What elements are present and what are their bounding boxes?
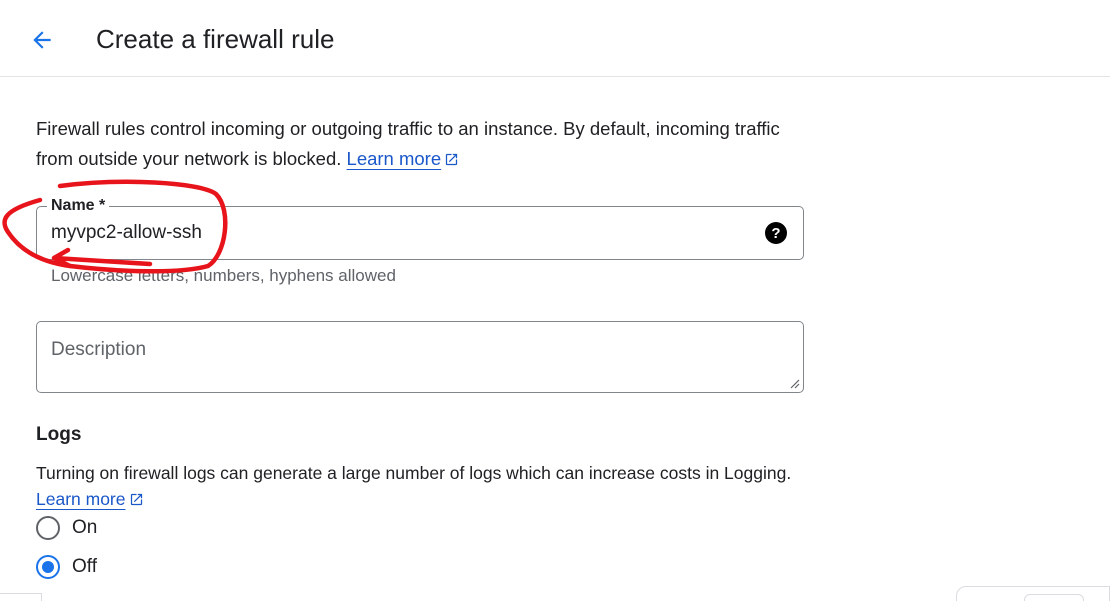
logs-heading: Logs bbox=[36, 424, 82, 445]
logs-description: Turning on firewall logs can generate a … bbox=[36, 460, 796, 512]
logs-learn-more-link[interactable]: Learn more bbox=[36, 489, 144, 509]
name-input[interactable] bbox=[51, 221, 731, 245]
external-link-icon bbox=[446, 153, 458, 166]
logs-description-text: Turning on firewall logs can generate a … bbox=[36, 463, 792, 483]
radio-checked-icon[interactable] bbox=[36, 555, 60, 579]
radio-unchecked-icon[interactable] bbox=[36, 516, 60, 540]
bottom-left-panel-edge bbox=[0, 593, 42, 601]
name-field-label: Name * bbox=[47, 196, 110, 216]
external-link-icon bbox=[130, 493, 142, 506]
name-field[interactable]: Name * ? bbox=[36, 196, 804, 260]
arrow-left-icon bbox=[33, 31, 51, 49]
description-placeholder: Description bbox=[51, 339, 147, 360]
bottom-right-button-edge bbox=[1024, 594, 1084, 601]
help-icon[interactable]: ? bbox=[765, 222, 787, 244]
resize-grip-icon[interactable] bbox=[788, 377, 800, 389]
intro-text: Firewall rules control incoming or outgo… bbox=[36, 114, 806, 174]
logs-radio-off-label: Off bbox=[72, 556, 97, 577]
logs-radio-on-label: On bbox=[72, 517, 98, 538]
description-field[interactable]: Description bbox=[36, 321, 804, 393]
page-header: Create a firewall rule bbox=[0, 0, 1110, 77]
logs-learn-more-label: Learn more bbox=[36, 489, 126, 509]
back-button[interactable] bbox=[24, 22, 60, 58]
learn-more-link[interactable]: Learn more bbox=[347, 148, 460, 169]
name-hint: Lowercase letters, numbers, hyphens allo… bbox=[51, 266, 396, 285]
page-title: Create a firewall rule bbox=[96, 24, 335, 54]
logs-radio-off[interactable]: Off bbox=[36, 555, 97, 579]
learn-more-link-label: Learn more bbox=[346, 148, 442, 169]
logs-radio-on[interactable]: On bbox=[36, 516, 97, 540]
